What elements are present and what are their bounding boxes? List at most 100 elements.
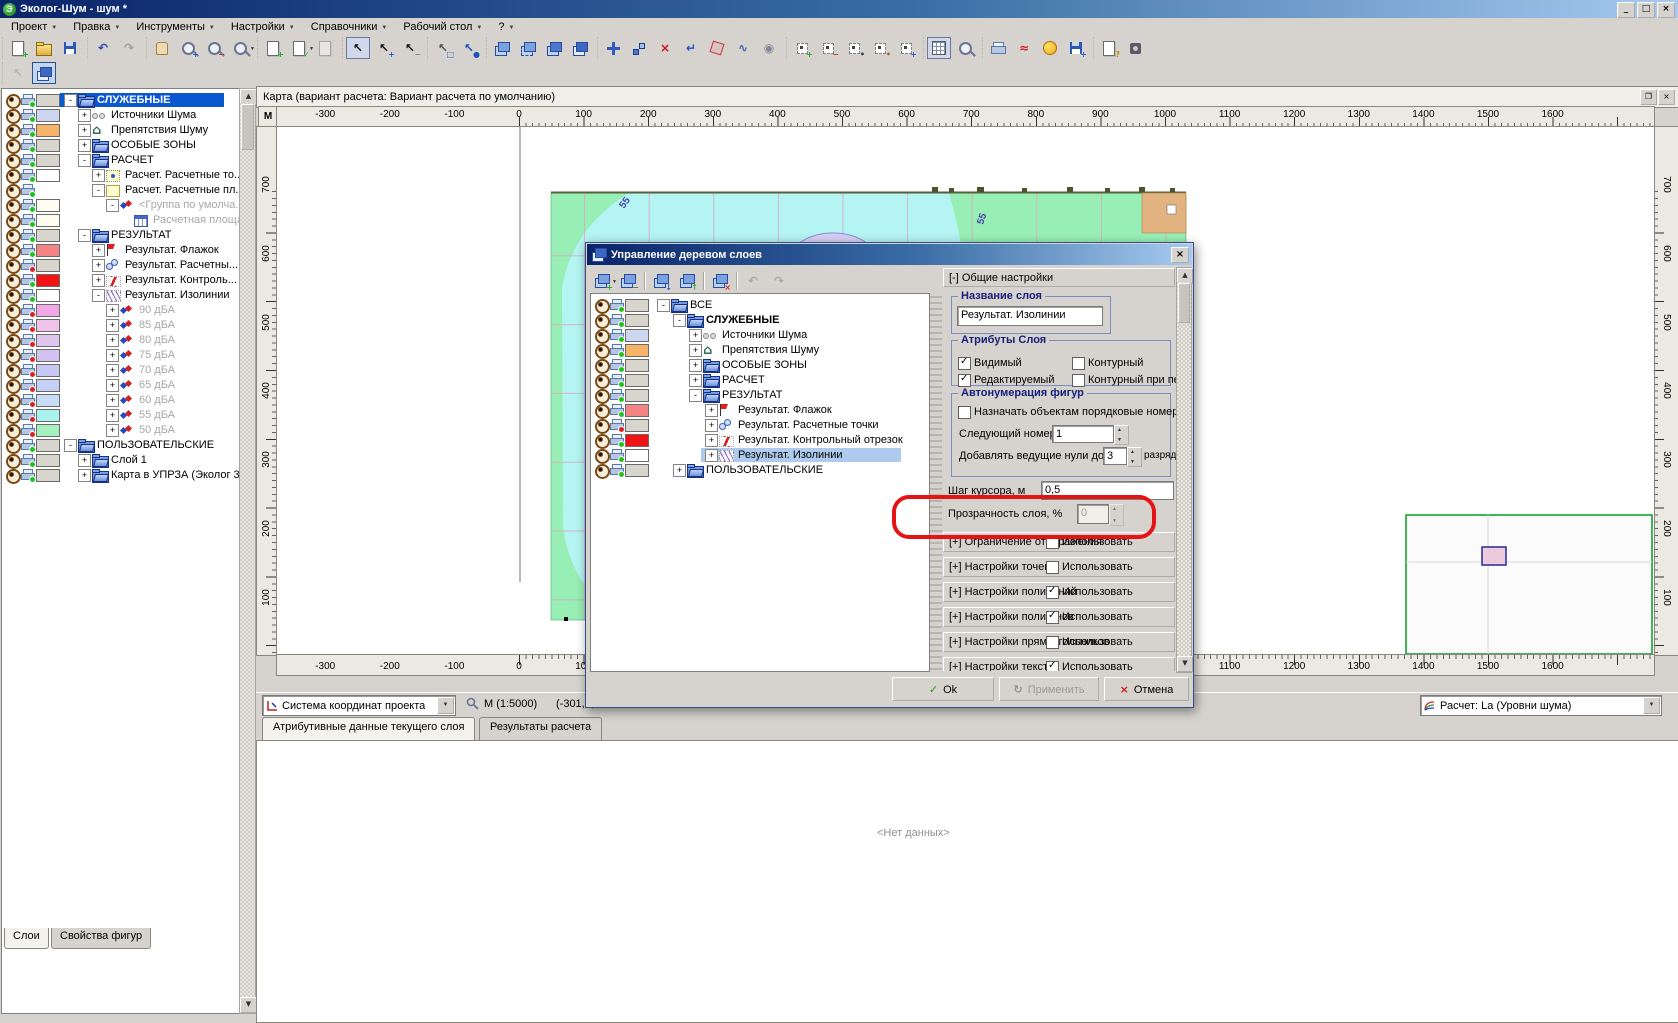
layer-tree-manager-button[interactable] <box>32 62 56 84</box>
tree-row[interactable]: +80 дБА <box>2 333 239 348</box>
tree-expander[interactable]: + <box>106 304 119 317</box>
tree-expander[interactable]: + <box>106 349 119 362</box>
tree-expander[interactable]: + <box>92 274 105 287</box>
move-layer-up-button[interactable]: ↑ <box>675 270 699 292</box>
palette-button[interactable] <box>1038 37 1062 59</box>
section-2[interactable]: [+] Настройки точекИспользовать <box>943 557 1175 577</box>
tree-label[interactable]: ПОЛЬЗОВАТЕЛЬСКИЕ <box>706 464 823 476</box>
print-icon[interactable] <box>21 274 34 286</box>
assign-numbers-checkbox[interactable] <box>958 406 971 419</box>
tree-expander[interactable]: + <box>106 319 119 332</box>
tree-row[interactable]: -Результат. Изолинии <box>2 288 239 303</box>
menu-Настройки[interactable]: Настройки <box>224 19 302 36</box>
print-icon[interactable] <box>21 199 34 211</box>
visibility-eye-icon[interactable] <box>595 299 610 314</box>
zoom-extent-button[interactable] <box>228 37 252 59</box>
copy-visible-layer-button[interactable] <box>490 37 514 59</box>
layer-color-swatch[interactable] <box>625 389 649 402</box>
visibility-eye-icon[interactable] <box>6 454 21 469</box>
map-close-button[interactable]: × <box>1658 89 1675 105</box>
print-icon[interactable] <box>21 334 34 346</box>
export-image-button[interactable]: + <box>1064 37 1088 59</box>
chevron-down-icon[interactable] <box>437 697 454 714</box>
tree-label[interactable]: РАСЧЕТ <box>111 154 154 166</box>
tree-label[interactable]: РЕЗУЛЬТАТ <box>111 229 171 241</box>
print-icon[interactable] <box>21 109 34 121</box>
tree-label[interactable]: Результат. Изолинии <box>738 449 843 461</box>
visibility-eye-icon[interactable] <box>595 434 610 449</box>
visibility-eye-icon[interactable] <box>6 109 21 124</box>
layer-color-swatch[interactable] <box>625 359 649 372</box>
visibility-eye-icon[interactable] <box>6 124 21 139</box>
tree-label[interactable]: Слой 1 <box>111 454 147 466</box>
leading-zeros-input[interactable]: 3 <box>1103 447 1127 465</box>
tree-label[interactable]: Результат. Контрольный отрезок <box>738 434 903 446</box>
tree-row[interactable]: +РАСЧЕТ <box>591 373 929 388</box>
print-icon[interactable] <box>21 409 34 421</box>
pointer-drag-button[interactable]: ↖● <box>457 37 481 59</box>
print-icon[interactable] <box>21 139 34 151</box>
layer-color-swatch[interactable] <box>36 469 60 482</box>
tree-label[interactable]: <Группа по умолча... <box>139 199 240 211</box>
tree-row[interactable]: + Расчет. Расчетные то... <box>2 168 239 183</box>
layer-color-swatch[interactable] <box>36 409 60 422</box>
tree-label[interactable]: Расчет. Расчетные то... <box>125 169 240 181</box>
copy-layer-dashed-button[interactable] <box>516 37 540 59</box>
layer-color-swatch[interactable] <box>625 464 649 477</box>
print-icon[interactable] <box>21 424 34 436</box>
apply-button[interactable]: ↻Применить <box>999 677 1099 701</box>
tree-expander[interactable]: + <box>92 169 105 182</box>
tree-row[interactable]: +Результат. Изолинии <box>591 448 929 463</box>
print-icon[interactable] <box>21 184 34 196</box>
tree-label[interactable]: Препятствия Шуму <box>722 344 819 356</box>
section-3[interactable]: [+] Настройки полилинийИспользовать <box>943 582 1175 602</box>
node-corner-button[interactable]: • <box>842 37 866 59</box>
tree-row[interactable]: +Карта в УПРЗА (Эколог 3) <box>2 468 239 483</box>
tree-expander[interactable]: + <box>106 334 119 347</box>
tree-expander[interactable]: + <box>106 409 119 422</box>
visibility-eye-icon[interactable] <box>595 329 610 344</box>
tree-row[interactable]: +65 дБА <box>2 378 239 393</box>
layer-color-swatch[interactable] <box>36 334 60 347</box>
layer-color-swatch[interactable] <box>625 449 649 462</box>
layer-color-swatch[interactable] <box>625 434 649 447</box>
visibility-eye-icon[interactable] <box>6 364 21 379</box>
visibility-eye-icon[interactable] <box>595 359 610 374</box>
tree-label[interactable]: 50 дБА <box>139 424 175 436</box>
layer-color-swatch[interactable] <box>625 419 649 432</box>
tree-row[interactable]: -РЕЗУЛЬТАТ <box>591 388 929 403</box>
tree-label[interactable]: Результат. Расчетные точки <box>738 419 879 431</box>
add-layer-button[interactable]: + <box>590 270 614 292</box>
tree-expander[interactable]: + <box>705 434 718 447</box>
settings-button[interactable]: ? <box>1097 37 1121 59</box>
ok-button[interactable]: ✓Ok <box>892 677 994 701</box>
visibility-eye-icon[interactable] <box>6 169 21 184</box>
use-checkbox[interactable] <box>1046 586 1059 599</box>
tree-expander[interactable]: + <box>106 379 119 392</box>
attr-checkbox-4[interactable] <box>1072 374 1085 387</box>
tree-label[interactable]: Препятствия Шуму <box>111 124 208 136</box>
tree-expander[interactable]: + <box>106 394 119 407</box>
print-icon[interactable] <box>610 404 623 416</box>
print-icon[interactable] <box>610 449 623 461</box>
tree-label[interactable]: ОСОБЫЕ ЗОНЫ <box>111 139 196 151</box>
tree-expander[interactable]: - <box>689 389 702 402</box>
undo-button[interactable]: ↶ <box>91 37 115 59</box>
visibility-eye-icon[interactable] <box>6 349 21 364</box>
edit-nodes-button[interactable] <box>627 37 651 59</box>
visibility-eye-icon[interactable] <box>595 464 610 479</box>
tree-label[interactable]: Результат. Изолинии <box>125 289 230 301</box>
tree-expander[interactable]: + <box>92 244 105 257</box>
visibility-eye-icon[interactable] <box>595 374 610 389</box>
layer-color-swatch[interactable] <box>36 364 60 377</box>
tree-expander[interactable]: + <box>78 109 91 122</box>
visibility-eye-icon[interactable] <box>6 139 21 154</box>
layer-color-swatch[interactable] <box>36 229 60 242</box>
tree-row[interactable]: +Результат. Флажок <box>2 243 239 258</box>
remove-layer-button[interactable]: − <box>616 270 640 292</box>
print-icon[interactable] <box>610 359 623 371</box>
print-icon[interactable] <box>21 304 34 316</box>
visibility-eye-icon[interactable] <box>6 439 21 454</box>
tree-label[interactable]: РАСЧЕТ <box>722 374 765 386</box>
layer-color-swatch[interactable] <box>625 329 649 342</box>
